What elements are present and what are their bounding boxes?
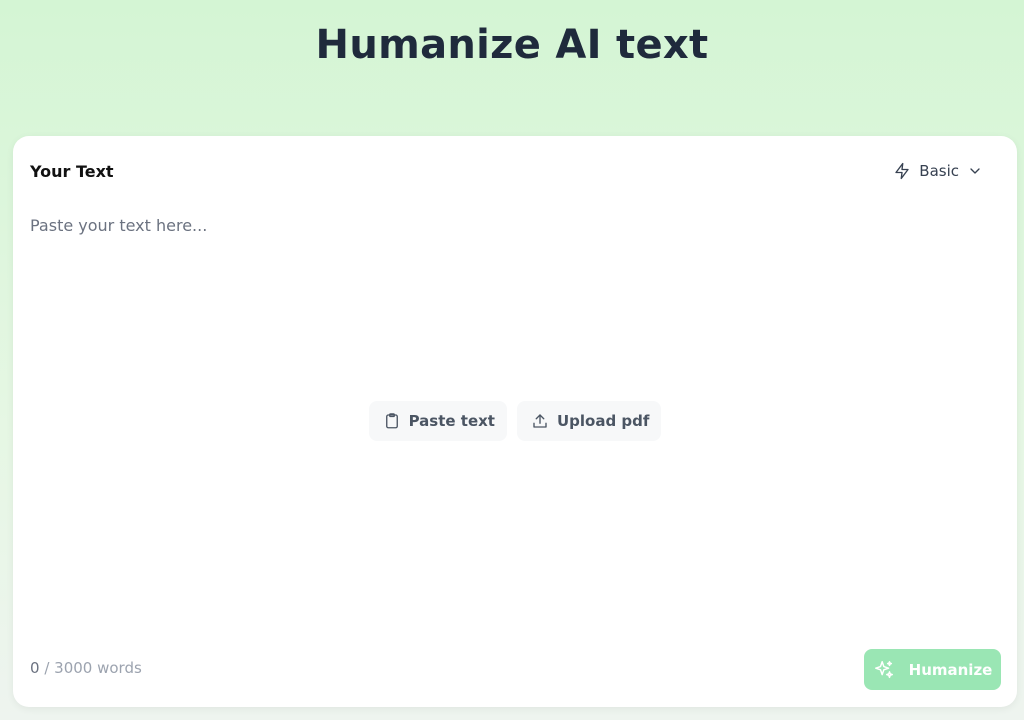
upload-pdf-button[interactable]: Upload pdf bbox=[516, 401, 662, 441]
upload-pdf-label: Upload pdf bbox=[556, 412, 650, 430]
word-count-current: 0 bbox=[30, 659, 40, 677]
upload-icon bbox=[531, 412, 549, 430]
editor-label: Your Text bbox=[30, 162, 114, 181]
center-actions: Paste text Upload pdf bbox=[13, 401, 1017, 441]
editor-card: Your Text Basic Paste text bbox=[13, 136, 1017, 707]
chevron-down-icon bbox=[967, 163, 983, 179]
mode-select-value: Basic bbox=[919, 162, 959, 180]
humanize-label: Humanize bbox=[908, 660, 993, 679]
clipboard-icon bbox=[383, 412, 401, 430]
mode-select[interactable]: Basic bbox=[889, 160, 987, 182]
humanize-button[interactable]: Humanize bbox=[864, 649, 1001, 690]
paste-text-label: Paste text bbox=[408, 412, 495, 430]
lightning-icon bbox=[893, 162, 911, 180]
word-count: 0 / 3000 words bbox=[30, 659, 142, 677]
sparkles-icon bbox=[873, 659, 895, 681]
page-title: Humanize AI text bbox=[315, 22, 709, 68]
paste-text-button[interactable]: Paste text bbox=[368, 401, 507, 441]
word-count-limit: / 3000 words bbox=[44, 659, 142, 677]
